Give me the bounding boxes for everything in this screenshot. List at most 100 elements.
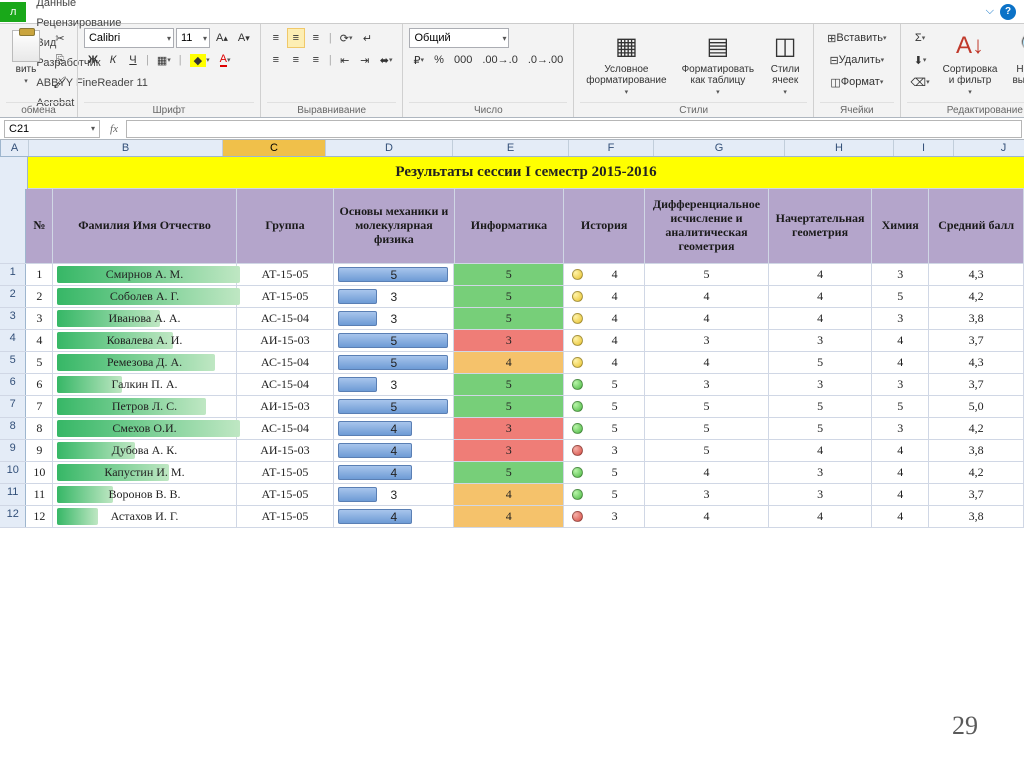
tab-file[interactable]: л [0, 2, 26, 22]
cell-name[interactable]: Астахов И. Г. [53, 506, 236, 527]
cell-group[interactable]: АТ-15-05 [237, 286, 335, 307]
row-head[interactable]: 7 [0, 396, 26, 417]
format-painter-button[interactable]: 🖌 [49, 72, 71, 92]
cell-h[interactable]: 4 [769, 506, 872, 527]
cell-d[interactable]: 3 [334, 374, 454, 395]
cell-d[interactable]: 5 [334, 352, 454, 373]
cell-name[interactable]: Соболев А. Г. [53, 286, 236, 307]
col-head-C[interactable]: C [223, 140, 326, 156]
spreadsheet[interactable]: ABCDEFGHIJ Результаты сессии I семестр 2… [0, 140, 1024, 528]
cell-f[interactable]: 5 [564, 484, 645, 505]
cell-name[interactable]: Галкин П. А. [53, 374, 236, 395]
cell-f[interactable]: 3 [564, 506, 645, 527]
align-top-button[interactable]: ≡ [267, 28, 285, 48]
name-box[interactable]: C21 [4, 120, 100, 138]
cell-d[interactable]: 5 [334, 264, 454, 285]
col-head-H[interactable]: H [785, 140, 894, 156]
indent-increase-button[interactable]: ⇥ [356, 50, 374, 70]
col-head-J[interactable]: J [954, 140, 1024, 156]
cell-f[interactable]: 5 [564, 462, 645, 483]
cell-d[interactable]: 3 [334, 308, 454, 329]
cell-group[interactable]: АС-15-04 [237, 352, 335, 373]
row-head[interactable]: 10 [0, 462, 26, 483]
align-middle-button[interactable]: ≡ [287, 28, 305, 48]
cell-f[interactable]: 5 [564, 396, 645, 417]
cell-g[interactable]: 3 [645, 330, 769, 351]
row-head[interactable]: 6 [0, 374, 26, 395]
cell-j[interactable]: 4,2 [929, 418, 1024, 439]
delete-cells-button[interactable]: ⊟ Удалить ▾ [820, 50, 893, 70]
col-head-B[interactable]: B [29, 140, 223, 156]
cell-name[interactable]: Иванова А. А. [53, 308, 236, 329]
cell-j[interactable]: 4,2 [929, 286, 1024, 307]
bold-button[interactable]: Ж [84, 50, 102, 70]
cell-name[interactable]: Смехов О.И. [53, 418, 236, 439]
cell-h[interactable]: 4 [769, 308, 872, 329]
cell-group[interactable]: АТ-15-05 [237, 506, 335, 527]
row-head[interactable]: 3 [0, 308, 26, 329]
cell-h[interactable]: 5 [769, 352, 872, 373]
cell-f[interactable]: 4 [564, 286, 645, 307]
formula-input[interactable] [126, 120, 1022, 138]
help-icon[interactable]: ? [1000, 4, 1016, 20]
cell-i[interactable]: 4 [872, 330, 929, 351]
cell-i[interactable]: 4 [872, 352, 929, 373]
cell-j[interactable]: 5,0 [929, 396, 1024, 417]
sort-filter-button[interactable]: A↓Сортировка и фильтр▾ [937, 28, 1004, 98]
row-head[interactable]: 2 [0, 286, 26, 307]
format-as-table-button[interactable]: ▤Форматировать как таблицу▾ [676, 28, 761, 98]
clear-button[interactable]: ⌫▾ [907, 72, 934, 92]
col-head-D[interactable]: D [326, 140, 453, 156]
row-head[interactable]: 11 [0, 484, 26, 505]
col-head-I[interactable]: I [894, 140, 954, 156]
cell-group[interactable]: АС-15-04 [237, 418, 335, 439]
cell-d[interactable]: 4 [334, 440, 454, 461]
cell-d[interactable]: 4 [334, 462, 454, 483]
merge-button[interactable]: ⬌▾ [376, 50, 397, 70]
row-head[interactable]: 8 [0, 418, 26, 439]
cell-d[interactable]: 4 [334, 506, 454, 527]
cell-name[interactable]: Капустин И. М. [53, 462, 236, 483]
cell-name[interactable]: Ремезова Д. А. [53, 352, 236, 373]
cell-j[interactable]: 4,2 [929, 462, 1024, 483]
cell-g[interactable]: 4 [645, 462, 769, 483]
cell-n[interactable]: 8 [26, 418, 53, 439]
cell-h[interactable]: 4 [769, 286, 872, 307]
comma-button[interactable]: 000 [450, 50, 476, 70]
cell-name[interactable]: Ковалева А. И. [53, 330, 236, 351]
grow-font-button[interactable]: A▴ [212, 28, 232, 48]
cell-i[interactable]: 3 [872, 264, 929, 285]
cell-n[interactable]: 1 [26, 264, 53, 285]
cut-button[interactable]: ✂ [49, 28, 71, 48]
currency-button[interactable]: ₽▾ [409, 50, 428, 70]
cell-styles-button[interactable]: ◫Стили ячеек▾ [763, 28, 807, 98]
cell-e[interactable]: 4 [454, 506, 564, 527]
cell-group[interactable]: АС-15-04 [237, 308, 335, 329]
paste-button[interactable]: вить▾ [6, 28, 46, 92]
shrink-font-button[interactable]: A▾ [234, 28, 254, 48]
wrap-text-button[interactable]: ↵ [358, 28, 376, 48]
cell-g[interactable]: 3 [645, 484, 769, 505]
row-head[interactable]: 12 [0, 506, 26, 527]
cell-d[interactable]: 4 [334, 418, 454, 439]
cell-i[interactable]: 4 [872, 484, 929, 505]
align-right-button[interactable]: ≡ [307, 50, 325, 70]
cell-group[interactable]: АИ-15-03 [237, 396, 335, 417]
row-head[interactable]: 1 [0, 264, 26, 285]
cell-e[interactable]: 3 [454, 440, 564, 461]
cell-e[interactable]: 5 [454, 396, 564, 417]
cell-d[interactable]: 5 [334, 330, 454, 351]
cell-e[interactable]: 3 [454, 330, 564, 351]
increase-decimal-button[interactable]: .00→.0 [478, 50, 521, 70]
cell-h[interactable]: 5 [769, 396, 872, 417]
italic-button[interactable]: К [104, 50, 122, 70]
find-select-button[interactable]: 🔍Найти и выделить▾ [1006, 28, 1024, 98]
cell-h[interactable]: 4 [769, 264, 872, 285]
col-head-A[interactable]: A [1, 140, 29, 156]
cell-g[interactable]: 5 [645, 396, 769, 417]
cell-g[interactable]: 4 [645, 506, 769, 527]
cell-j[interactable]: 3,7 [929, 374, 1024, 395]
cell-name[interactable]: Дубова А. К. [53, 440, 236, 461]
col-head-F[interactable]: F [569, 140, 654, 156]
cell-f[interactable]: 4 [564, 352, 645, 373]
